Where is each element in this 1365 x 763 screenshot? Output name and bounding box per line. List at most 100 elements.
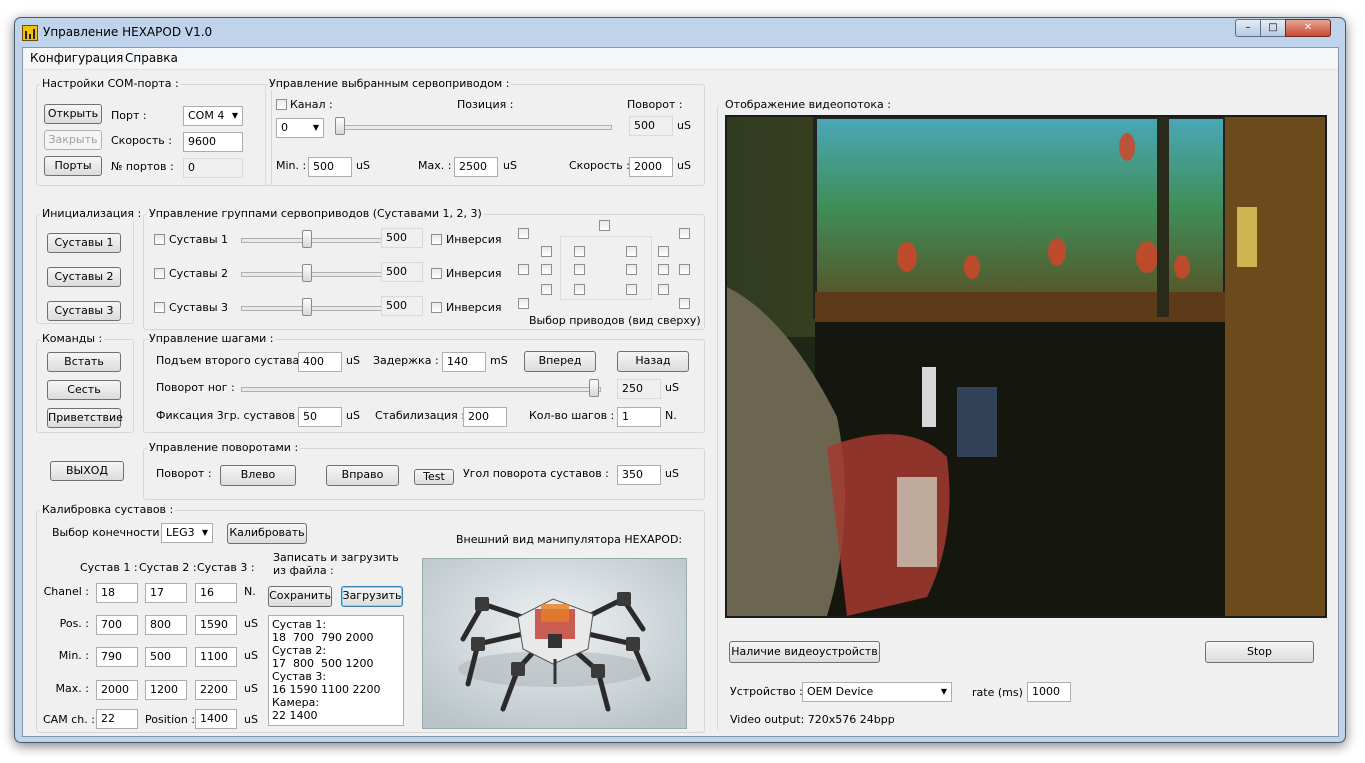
test-button[interactable]: Test bbox=[414, 469, 454, 485]
joints3-button[interactable]: Суставы 3 bbox=[47, 301, 121, 321]
drive-checkbox[interactable] bbox=[658, 264, 669, 275]
servo-slider-track[interactable] bbox=[338, 125, 612, 130]
max-input[interactable]: 2500 bbox=[454, 157, 498, 177]
drive-checkbox[interactable] bbox=[626, 246, 637, 257]
drive-checkbox[interactable] bbox=[518, 264, 529, 275]
lift-input[interactable]: 400 bbox=[298, 352, 342, 372]
rate-input[interactable]: 1000 bbox=[1027, 682, 1071, 702]
right-button[interactable]: Вправо bbox=[326, 465, 399, 486]
left-button[interactable]: Влево bbox=[220, 465, 296, 486]
calib-input[interactable]: 1200 bbox=[145, 680, 187, 700]
drive-checkbox[interactable] bbox=[626, 264, 637, 275]
calib-input[interactable]: 16 bbox=[195, 583, 237, 603]
calib-input[interactable]: 500 bbox=[145, 647, 187, 667]
calib-input[interactable]: 1590 bbox=[195, 615, 237, 635]
drive-checkbox[interactable] bbox=[574, 246, 585, 257]
delay-input[interactable]: 140 bbox=[442, 352, 486, 372]
load-button[interactable]: Загрузить bbox=[341, 586, 403, 607]
drive-checkbox[interactable] bbox=[658, 284, 669, 295]
group-servo-title: Управление группами сервоприводов (Суста… bbox=[147, 207, 484, 220]
calib-input[interactable]: 700 bbox=[96, 615, 138, 635]
servo-speed-input[interactable]: 2000 bbox=[629, 157, 673, 177]
drive-checkbox[interactable] bbox=[518, 228, 529, 239]
calib-input[interactable]: 2200 bbox=[195, 680, 237, 700]
back-button[interactable]: Назад bbox=[617, 351, 689, 372]
joints-slider-thumb[interactable] bbox=[302, 298, 312, 316]
device-select[interactable]: OEM Device ▼ bbox=[802, 682, 952, 702]
rate-label: rate (ms) bbox=[972, 686, 1023, 699]
forward-button[interactable]: Вперед bbox=[524, 351, 596, 372]
inversion-checkbox[interactable] bbox=[431, 302, 442, 313]
drive-checkbox[interactable] bbox=[518, 298, 529, 309]
cam-position-input[interactable]: 1400 bbox=[195, 709, 237, 729]
joints2-button[interactable]: Суставы 2 bbox=[47, 267, 121, 287]
stop-button[interactable]: Stop bbox=[1205, 641, 1314, 663]
joints-checkbox[interactable] bbox=[154, 268, 165, 279]
calib-row-unit: uS bbox=[244, 682, 258, 695]
drive-checkbox[interactable] bbox=[626, 284, 637, 295]
drive-checkbox[interactable] bbox=[541, 284, 552, 295]
angle-input[interactable]: 350 bbox=[617, 465, 661, 485]
calib-input[interactable]: 1100 bbox=[195, 647, 237, 667]
calib-input[interactable]: 18 bbox=[96, 583, 138, 603]
calib-input[interactable]: 790 bbox=[96, 647, 138, 667]
save-button[interactable]: Сохранить bbox=[268, 586, 332, 607]
exit-button[interactable]: ВЫХОД bbox=[50, 461, 124, 481]
greeting-button[interactable]: Приветствие bbox=[47, 408, 123, 428]
joints-slider-track[interactable] bbox=[241, 238, 385, 243]
port-select[interactable]: COM 4 ▼ bbox=[183, 106, 243, 126]
leg-turn-slider-track[interactable] bbox=[241, 387, 601, 392]
sit-button[interactable]: Сесть bbox=[47, 380, 121, 400]
leg-turn-slider-thumb[interactable] bbox=[589, 379, 599, 397]
ports-button[interactable]: Порты bbox=[44, 156, 102, 176]
joints-checkbox[interactable] bbox=[154, 302, 165, 313]
limb-select[interactable]: LEG3 ▼ bbox=[161, 523, 213, 543]
drive-checkbox[interactable] bbox=[679, 264, 690, 275]
menu-configuration[interactable]: Конфигурация bbox=[30, 51, 123, 65]
drive-checkbox[interactable] bbox=[574, 264, 585, 275]
drive-checkbox[interactable] bbox=[541, 264, 552, 275]
calib-input[interactable]: 800 bbox=[145, 615, 187, 635]
calib-row-unit: N. bbox=[244, 585, 256, 598]
calibration-textbox[interactable]: Сустав 1: 18 700 790 2000 Сустав 2: 17 800 … bbox=[268, 615, 404, 726]
menu-help[interactable]: Справка bbox=[125, 51, 178, 65]
close-port-button[interactable]: Закрыть bbox=[44, 130, 102, 150]
video-devices-button[interactable]: Наличие видеоустройств bbox=[729, 641, 880, 663]
cam-input[interactable]: 22 bbox=[96, 709, 138, 729]
joints-checkbox[interactable] bbox=[154, 234, 165, 245]
min-input[interactable]: 500 bbox=[308, 157, 352, 177]
inversion-checkbox[interactable] bbox=[431, 234, 442, 245]
channel-checkbox[interactable] bbox=[276, 99, 287, 110]
stab-input[interactable]: 200 bbox=[463, 407, 507, 427]
step-count-input[interactable]: 1 bbox=[617, 407, 661, 427]
calibrate-button[interactable]: Калибровать bbox=[227, 523, 307, 544]
calib-input[interactable]: 2000 bbox=[96, 680, 138, 700]
position-label: Позиция : bbox=[457, 98, 514, 111]
joints-slider-track[interactable] bbox=[241, 272, 385, 277]
title-bar[interactable]: Управление HEXAPOD V1.0 – □ ✕ bbox=[15, 18, 1345, 46]
drive-checkbox[interactable] bbox=[679, 298, 690, 309]
drive-checkbox[interactable] bbox=[599, 220, 610, 231]
com-port-title: Настройки COM-порта : bbox=[40, 77, 181, 90]
joints-label: Суставы 2 bbox=[169, 267, 229, 280]
close-button[interactable]: ✕ bbox=[1285, 19, 1331, 37]
joints1-button[interactable]: Суставы 1 bbox=[47, 233, 121, 253]
joints-slider-thumb[interactable] bbox=[302, 264, 312, 282]
channel-select[interactable]: 0 ▼ bbox=[276, 118, 324, 138]
joints-slider-thumb[interactable] bbox=[302, 230, 312, 248]
drive-checkbox[interactable] bbox=[574, 284, 585, 295]
inversion-checkbox[interactable] bbox=[431, 268, 442, 279]
fix-input[interactable]: 50 bbox=[298, 407, 342, 427]
speed-input[interactable]: 9600 bbox=[183, 132, 243, 152]
calib-input[interactable]: 17 bbox=[145, 583, 187, 603]
drive-checkbox[interactable] bbox=[541, 246, 552, 257]
drive-checkbox[interactable] bbox=[658, 246, 669, 257]
joints-slider-track[interactable] bbox=[241, 306, 385, 311]
stab-label: Стабилизация : bbox=[375, 409, 465, 422]
maximize-button[interactable]: □ bbox=[1260, 19, 1286, 37]
drive-checkbox[interactable] bbox=[679, 228, 690, 239]
minimize-button[interactable]: – bbox=[1235, 19, 1261, 37]
servo-slider-thumb[interactable] bbox=[335, 117, 345, 135]
stand-button[interactable]: Встать bbox=[47, 352, 121, 372]
open-port-button[interactable]: Открыть bbox=[44, 104, 102, 124]
